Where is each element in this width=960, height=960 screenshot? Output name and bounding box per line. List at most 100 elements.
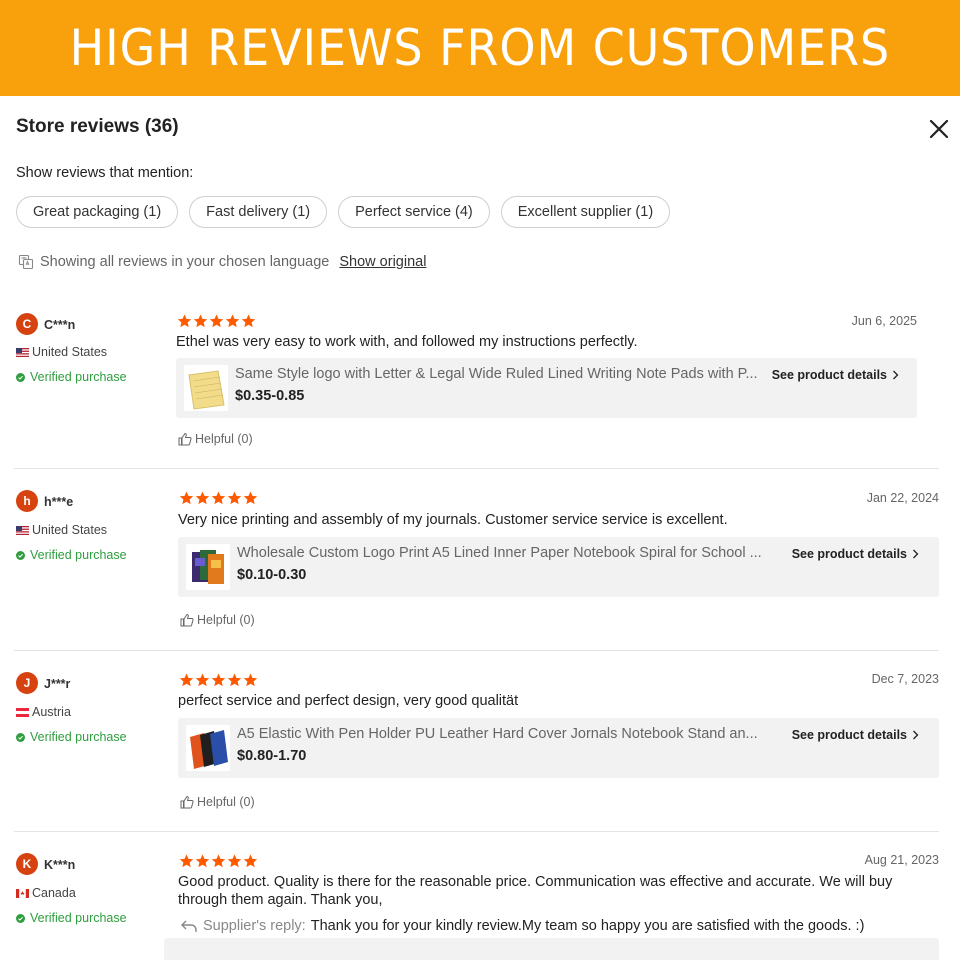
verified-badge: Verified purchase	[16, 911, 127, 925]
helpful-label: Helpful (0)	[197, 613, 255, 627]
language-notice-text: Showing all reviews in your chosen langu…	[40, 254, 330, 270]
star-icon	[195, 673, 210, 687]
us-flag-icon	[16, 347, 29, 357]
see-product-details-link[interactable]: See product details	[792, 547, 919, 561]
verified-text: Verified purchase	[30, 548, 127, 562]
review-date: Aug 21, 2023	[864, 853, 939, 867]
country-name: Austria	[32, 705, 71, 719]
product-thumbnail	[184, 365, 228, 411]
verified-text: Verified purchase	[30, 370, 127, 384]
chip-excellent-supplier[interactable]: Excellent supplier (1)	[500, 196, 671, 228]
star-icon	[177, 314, 192, 328]
star-icon	[211, 854, 226, 868]
reviewer-country: Austria	[16, 705, 71, 719]
helpful-label: Helpful (0)	[195, 432, 253, 446]
helpful-button[interactable]: Helpful (0)	[178, 432, 253, 446]
helpful-button[interactable]: Helpful (0)	[180, 613, 255, 627]
star-icon	[243, 491, 258, 505]
see-product-details-link[interactable]: See product details	[792, 728, 919, 742]
thumbs-up-icon	[180, 613, 194, 627]
country-name: Canada	[32, 886, 76, 900]
product-card[interactable]	[164, 938, 939, 960]
reviewer-name: J***r	[44, 677, 71, 691]
promo-banner: HIGH REVIEWS FROM CUSTOMERS	[0, 0, 960, 96]
chip-fast-delivery[interactable]: Fast delivery (1)	[189, 196, 328, 228]
star-icon	[243, 673, 258, 687]
chevron-right-icon	[893, 370, 899, 380]
reviewer-country: United States	[16, 345, 107, 359]
review-comment: Very nice printing and assembly of my jo…	[178, 512, 728, 528]
filter-chips: Great packaging (1) Fast delivery (1) Pe…	[16, 196, 671, 228]
star-icon	[193, 314, 208, 328]
review-comment: Ethel was very easy to work with, and fo…	[176, 334, 638, 350]
avatar: h	[16, 490, 38, 512]
star-icon	[227, 491, 242, 505]
see-product-details-link[interactable]: See product details	[772, 368, 899, 382]
chevron-right-icon	[913, 549, 919, 559]
product-price: $0.10-0.30	[237, 567, 307, 583]
star-icon	[179, 854, 194, 868]
verified-badge: Verified purchase	[16, 730, 127, 744]
reply-arrow-icon	[181, 920, 197, 932]
verified-check-icon	[16, 913, 25, 923]
supplier-reply-text: Thank you for your kindly review.My team…	[310, 918, 865, 934]
avatar: K	[16, 853, 38, 875]
star-icon	[209, 314, 224, 328]
review-date: Dec 7, 2023	[871, 672, 939, 686]
verified-check-icon	[16, 372, 25, 382]
country-name: United States	[32, 523, 108, 537]
modal-title: Store reviews (36)	[16, 116, 179, 137]
product-name: Wholesale Custom Logo Print A5 Lined Inn…	[237, 545, 762, 561]
see-details-label: See product details	[791, 547, 907, 561]
us-flag-icon	[16, 525, 29, 535]
helpful-button[interactable]: Helpful (0)	[180, 795, 255, 809]
show-original-link[interactable]: Show original	[339, 254, 426, 270]
product-card[interactable]: A5 Elastic With Pen Holder PU Leather Ha…	[178, 718, 939, 778]
language-notice: Showing all reviews in your chosen langu…	[18, 254, 426, 270]
supplier-reply-label: Supplier's reply:	[203, 918, 306, 934]
review-item: C C***n United States Verified purchase …	[14, 300, 939, 469]
canada-flag-icon	[16, 888, 29, 898]
notepad-image	[184, 365, 228, 411]
review-comment: perfect service and perfect design, very…	[178, 693, 519, 709]
reviewer-name: C***n	[44, 318, 76, 332]
country-name: United States	[32, 345, 108, 359]
star-icon	[225, 314, 240, 328]
verified-check-icon	[16, 732, 25, 742]
product-price: $0.80-1.70	[237, 748, 307, 764]
star-icon	[243, 854, 258, 868]
see-details-label: See product details	[771, 368, 887, 382]
review-date: Jan 22, 2024	[866, 491, 939, 505]
star-rating	[179, 673, 258, 687]
avatar: C	[16, 313, 38, 335]
chevron-right-icon	[913, 730, 919, 740]
product-card[interactable]: Same Style logo with Letter & Legal Wide…	[176, 358, 917, 418]
star-icon	[227, 673, 242, 687]
chip-great-packaging[interactable]: Great packaging (1)	[16, 196, 179, 228]
close-button[interactable]	[926, 116, 952, 142]
thumbs-up-icon	[180, 795, 194, 809]
filter-label: Show reviews that mention:	[16, 165, 194, 181]
verified-text: Verified purchase	[30, 730, 127, 744]
translate-icon	[18, 254, 34, 270]
review-comment-line: through them again. Thank you,	[178, 892, 383, 908]
review-item: h h***e United States Verified purchase …	[14, 469, 939, 651]
verified-check-icon	[16, 550, 25, 560]
star-icon	[241, 314, 256, 328]
product-card[interactable]: Wholesale Custom Logo Print A5 Lined Inn…	[178, 537, 939, 597]
leather-notebook-image	[186, 725, 230, 771]
star-rating	[177, 314, 256, 328]
review-comment-line: Good product. Quality is there for the r…	[178, 874, 893, 890]
verified-text: Verified purchase	[30, 911, 127, 925]
star-icon	[195, 854, 210, 868]
star-icon	[179, 491, 194, 505]
verified-badge: Verified purchase	[16, 548, 127, 562]
thumbs-up-icon	[178, 432, 192, 446]
product-name: A5 Elastic With Pen Holder PU Leather Ha…	[237, 726, 758, 742]
reviewer-country: United States	[16, 523, 107, 537]
product-name: Same Style logo with Letter & Legal Wide…	[235, 366, 758, 382]
chip-perfect-service[interactable]: Perfect service (4)	[338, 196, 490, 228]
star-icon	[179, 673, 194, 687]
austria-flag-icon	[16, 707, 29, 717]
product-thumbnail	[186, 544, 230, 590]
